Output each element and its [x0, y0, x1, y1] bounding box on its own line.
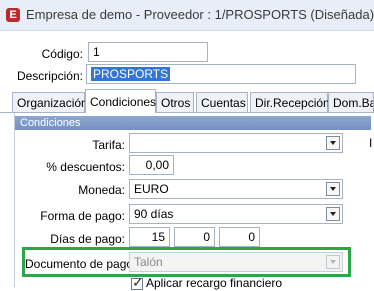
tab-condiciones[interactable]: Condiciones	[85, 89, 156, 113]
moneda-select[interactable]: EURO	[129, 179, 343, 199]
documento-pago-label: Documento de pago:	[25, 257, 137, 271]
tarifa-label: Tarifa:	[92, 138, 125, 152]
documento-pago-value: Talón	[134, 255, 163, 269]
chevron-down-icon[interactable]	[326, 207, 340, 221]
codigo-label: Código:	[41, 47, 83, 61]
descuentos-label: % descuentos:	[46, 160, 125, 174]
chevron-down-icon[interactable]	[326, 182, 340, 196]
dias-pago-label: Días de pago:	[50, 232, 125, 246]
descripcion-label: Descripción:	[16, 69, 83, 83]
recargo-label[interactable]: Aplicar recargo financiero	[146, 276, 282, 290]
app-icon: E	[6, 8, 20, 22]
tab-dom-ban[interactable]: Dom.Ban	[328, 92, 374, 112]
descripcion-selected-text: PROSPORTS	[91, 67, 171, 81]
tab-organizacion[interactable]: Organización	[12, 92, 88, 112]
checkmark-icon: ✓	[132, 274, 144, 290]
window-title: Empresa de demo - Proveedor : 1/PROSPORT…	[26, 7, 374, 22]
descuentos-field[interactable]: 0,00	[129, 155, 174, 175]
dias-pago-field-2[interactable]: 0	[174, 227, 215, 247]
tab-cuentas[interactable]: Cuentas	[196, 92, 248, 112]
dias-pago-field-1[interactable]: 15	[129, 227, 170, 247]
descripcion-field[interactable]: PROSPORTS	[86, 64, 356, 84]
chevron-down-icon[interactable]	[326, 136, 340, 150]
tab-otros[interactable]: Otros	[156, 92, 194, 112]
forma-pago-select[interactable]: 90 días	[129, 204, 343, 224]
chevron-down-icon	[326, 255, 340, 269]
tarifa-select[interactable]	[129, 133, 343, 153]
moneda-label: Moneda:	[78, 183, 125, 197]
documento-pago-select[interactable]: Talón	[129, 252, 343, 272]
forma-pago-label: Forma de pago:	[40, 209, 125, 223]
tab-dir-recepcion[interactable]: Dir.Recepción	[250, 92, 330, 112]
section-header-condiciones: Condiciones	[15, 116, 371, 130]
dias-pago-field-3[interactable]: 0	[219, 227, 260, 247]
moneda-value: EURO	[134, 182, 169, 196]
forma-pago-value: 90 días	[134, 207, 174, 221]
side-label-fragment: I	[369, 136, 373, 150]
codigo-field[interactable]: 1	[88, 42, 208, 62]
